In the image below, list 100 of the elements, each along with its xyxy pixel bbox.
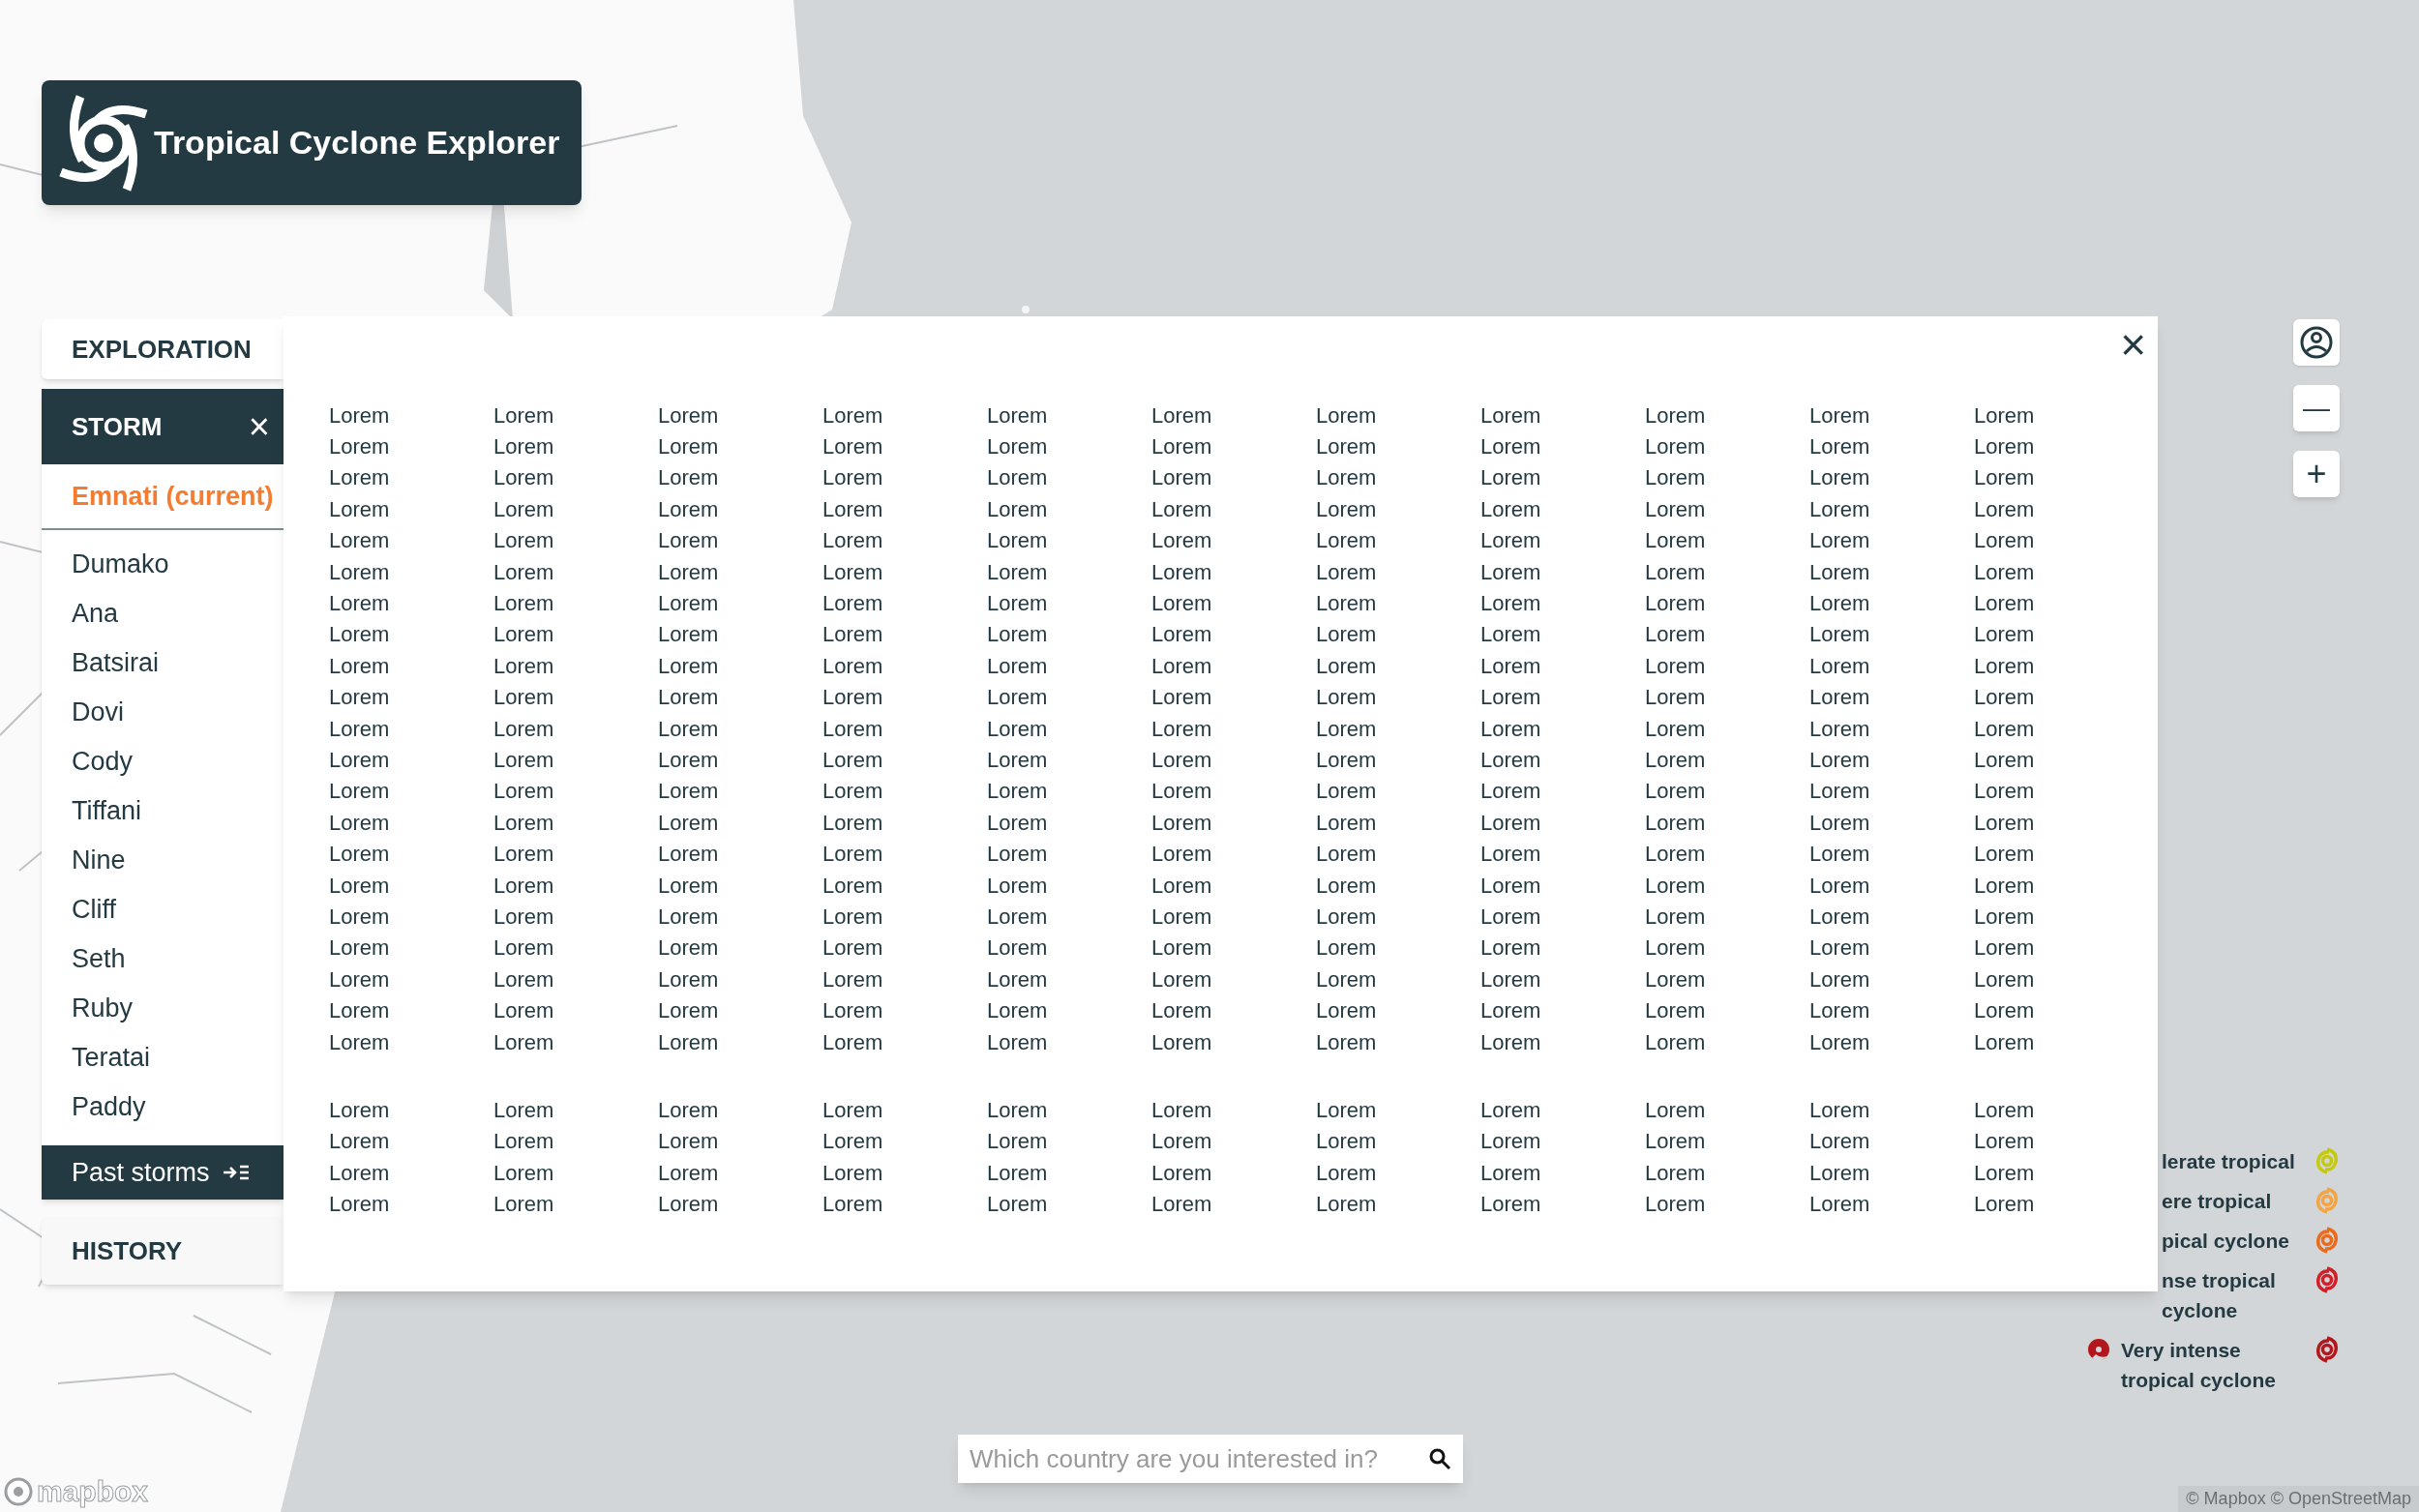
table-cell-text: Lorem: [987, 872, 1049, 900]
table-cell-text: Lorem: [493, 1159, 555, 1187]
table-cell-text: Lorem: [987, 401, 1049, 430]
table-cell-text: Lorem: [329, 872, 391, 900]
storm-item[interactable]: Seth: [42, 934, 284, 984]
table-cell-text: Lorem: [1316, 872, 1378, 900]
table-cell-text: Lorem: [1645, 903, 1707, 931]
storm-item[interactable]: Ruby: [42, 984, 284, 1033]
table-cell-text: Lorem: [1151, 1191, 1213, 1219]
table-cell-text: Lorem: [1480, 684, 1542, 712]
table-cell-text: Lorem: [1809, 527, 1871, 555]
table-cell-text: Lorem: [1151, 621, 1213, 649]
table-cell-text: Lorem: [1645, 841, 1707, 869]
table-cell-text: Lorem: [1974, 872, 2036, 900]
table-cell-text: Lorem: [1645, 558, 1707, 586]
table-cell-text: Lorem: [1645, 401, 1707, 430]
history-tab[interactable]: HISTORY: [42, 1217, 284, 1285]
table-cell-text: Lorem: [1645, 965, 1707, 993]
table-cell-text: Lorem: [1645, 590, 1707, 618]
table-cell-text: Lorem: [658, 747, 720, 774]
table-cell-text: Lorem: [1480, 747, 1542, 774]
table-cell-text: Lorem: [1974, 527, 2036, 555]
table-cell-text: Lorem: [1480, 809, 1542, 837]
close-button[interactable]: ×: [2120, 322, 2146, 367]
table-cell-text: Lorem: [1645, 934, 1707, 963]
table-cell-text: Lorem: [1645, 1159, 1707, 1187]
table-cell-text: Lorem: [987, 433, 1049, 461]
search-field[interactable]: Which country are you interested in?: [958, 1435, 1463, 1483]
table-cell-text: Lorem: [329, 1159, 391, 1187]
table-cell-text: Lorem: [987, 1028, 1049, 1056]
table-cell-text: Lorem: [987, 590, 1049, 618]
table-cell-text: Lorem: [822, 778, 884, 806]
close-button[interactable]: ×: [248, 408, 270, 445]
table-cell-text: Lorem: [1151, 590, 1213, 618]
table-cell-text: Lorem: [329, 965, 391, 993]
storm-item[interactable]: Tiffani: [42, 786, 284, 836]
table-cell-text: Lorem: [1974, 1159, 2036, 1187]
storm-item[interactable]: Batsirai: [42, 638, 284, 688]
table-cell-text: Lorem: [1316, 841, 1378, 869]
storm-panel-title: STORM: [72, 410, 163, 443]
table-cell-text: Lorem: [822, 715, 884, 743]
storm-item[interactable]: Paddy: [42, 1082, 284, 1132]
table-cell-text: Lorem: [1151, 652, 1213, 680]
storm-item[interactable]: Dovi: [42, 688, 284, 737]
table-cell-text: Lorem: [1151, 1096, 1213, 1124]
table-cell-text: Lorem: [1645, 872, 1707, 900]
past-storms-button[interactable]: Past storms: [42, 1145, 284, 1200]
table-cell-text: Lorem: [329, 590, 391, 618]
table-cell-text: Lorem: [1151, 903, 1213, 931]
table-cell-text: Lorem: [1316, 715, 1378, 743]
table-cell-text: Lorem: [1316, 401, 1378, 430]
storm-item[interactable]: Cliff: [42, 885, 284, 934]
table-cell-text: Lorem: [658, 965, 720, 993]
account-button[interactable]: [2293, 319, 2340, 366]
table-cell-text: Lorem: [822, 1159, 884, 1187]
exploration-tab[interactable]: EXPLORATION: [42, 319, 284, 379]
table-cell-text: Lorem: [329, 778, 391, 806]
table-cell-text: Lorem: [1974, 1028, 2036, 1056]
table-cell-text: Lorem: [658, 527, 720, 555]
table-cell-text: Lorem: [1480, 872, 1542, 900]
zoom-out-button[interactable]: —: [2293, 385, 2340, 431]
storm-item[interactable]: Ana: [42, 589, 284, 638]
table-cell-text: Lorem: [1809, 652, 1871, 680]
storm-item[interactable]: Dumako: [42, 540, 284, 589]
table-cell-text: Lorem: [1480, 621, 1542, 649]
zoom-in-button[interactable]: +: [2293, 451, 2340, 497]
table-cell-text: Lorem: [1974, 1096, 2036, 1124]
table-cell-text: Lorem: [1645, 809, 1707, 837]
table-cell-text: Lorem: [329, 934, 391, 963]
table-cell-text: Lorem: [1480, 464, 1542, 492]
storm-item[interactable]: Nine: [42, 836, 284, 885]
table-cell-text: Lorem: [1316, 1028, 1378, 1056]
table-cell-text: Lorem: [822, 809, 884, 837]
legend-label: Very intense tropical cyclone: [2121, 1338, 2277, 1393]
table-cell-text: Lorem: [822, 401, 884, 430]
table-cell-text: Lorem: [1974, 495, 2036, 523]
table-cell-text: Lorem: [329, 558, 391, 586]
table-cell-text: Lorem: [1974, 715, 2036, 743]
table-cell-text: Lorem: [1316, 558, 1378, 586]
table-cell-text: Lorem: [1974, 841, 2036, 869]
table-cell-text: Lorem: [1974, 464, 2036, 492]
table-cell-text: Lorem: [329, 401, 391, 430]
table-cell-text: Lorem: [1480, 934, 1542, 963]
table-cell-text: Lorem: [822, 433, 884, 461]
table-cell-text: Lorem: [822, 934, 884, 963]
table-cell-text: Lorem: [1480, 841, 1542, 869]
table-cell-text: Lorem: [1316, 934, 1378, 963]
table-cell-text: Lorem: [1809, 558, 1871, 586]
table-cell-text: Lorem: [493, 747, 555, 774]
table-cell-text: Lorem: [1316, 1191, 1378, 1219]
table-cell-text: Lorem: [822, 1028, 884, 1056]
table-cell-text: Lorem: [1151, 433, 1213, 461]
table-cell-text: Lorem: [1316, 809, 1378, 837]
table-cell-text: Lorem: [1480, 527, 1542, 555]
storm-item[interactable]: Teratai: [42, 1033, 284, 1082]
storm-item[interactable]: Cody: [42, 737, 284, 786]
table-cell-text: Lorem: [1480, 433, 1542, 461]
table-cell-text: Lorem: [1809, 997, 1871, 1025]
table-cell-text: Lorem: [1974, 590, 2036, 618]
table-cell-text: Lorem: [658, 590, 720, 618]
